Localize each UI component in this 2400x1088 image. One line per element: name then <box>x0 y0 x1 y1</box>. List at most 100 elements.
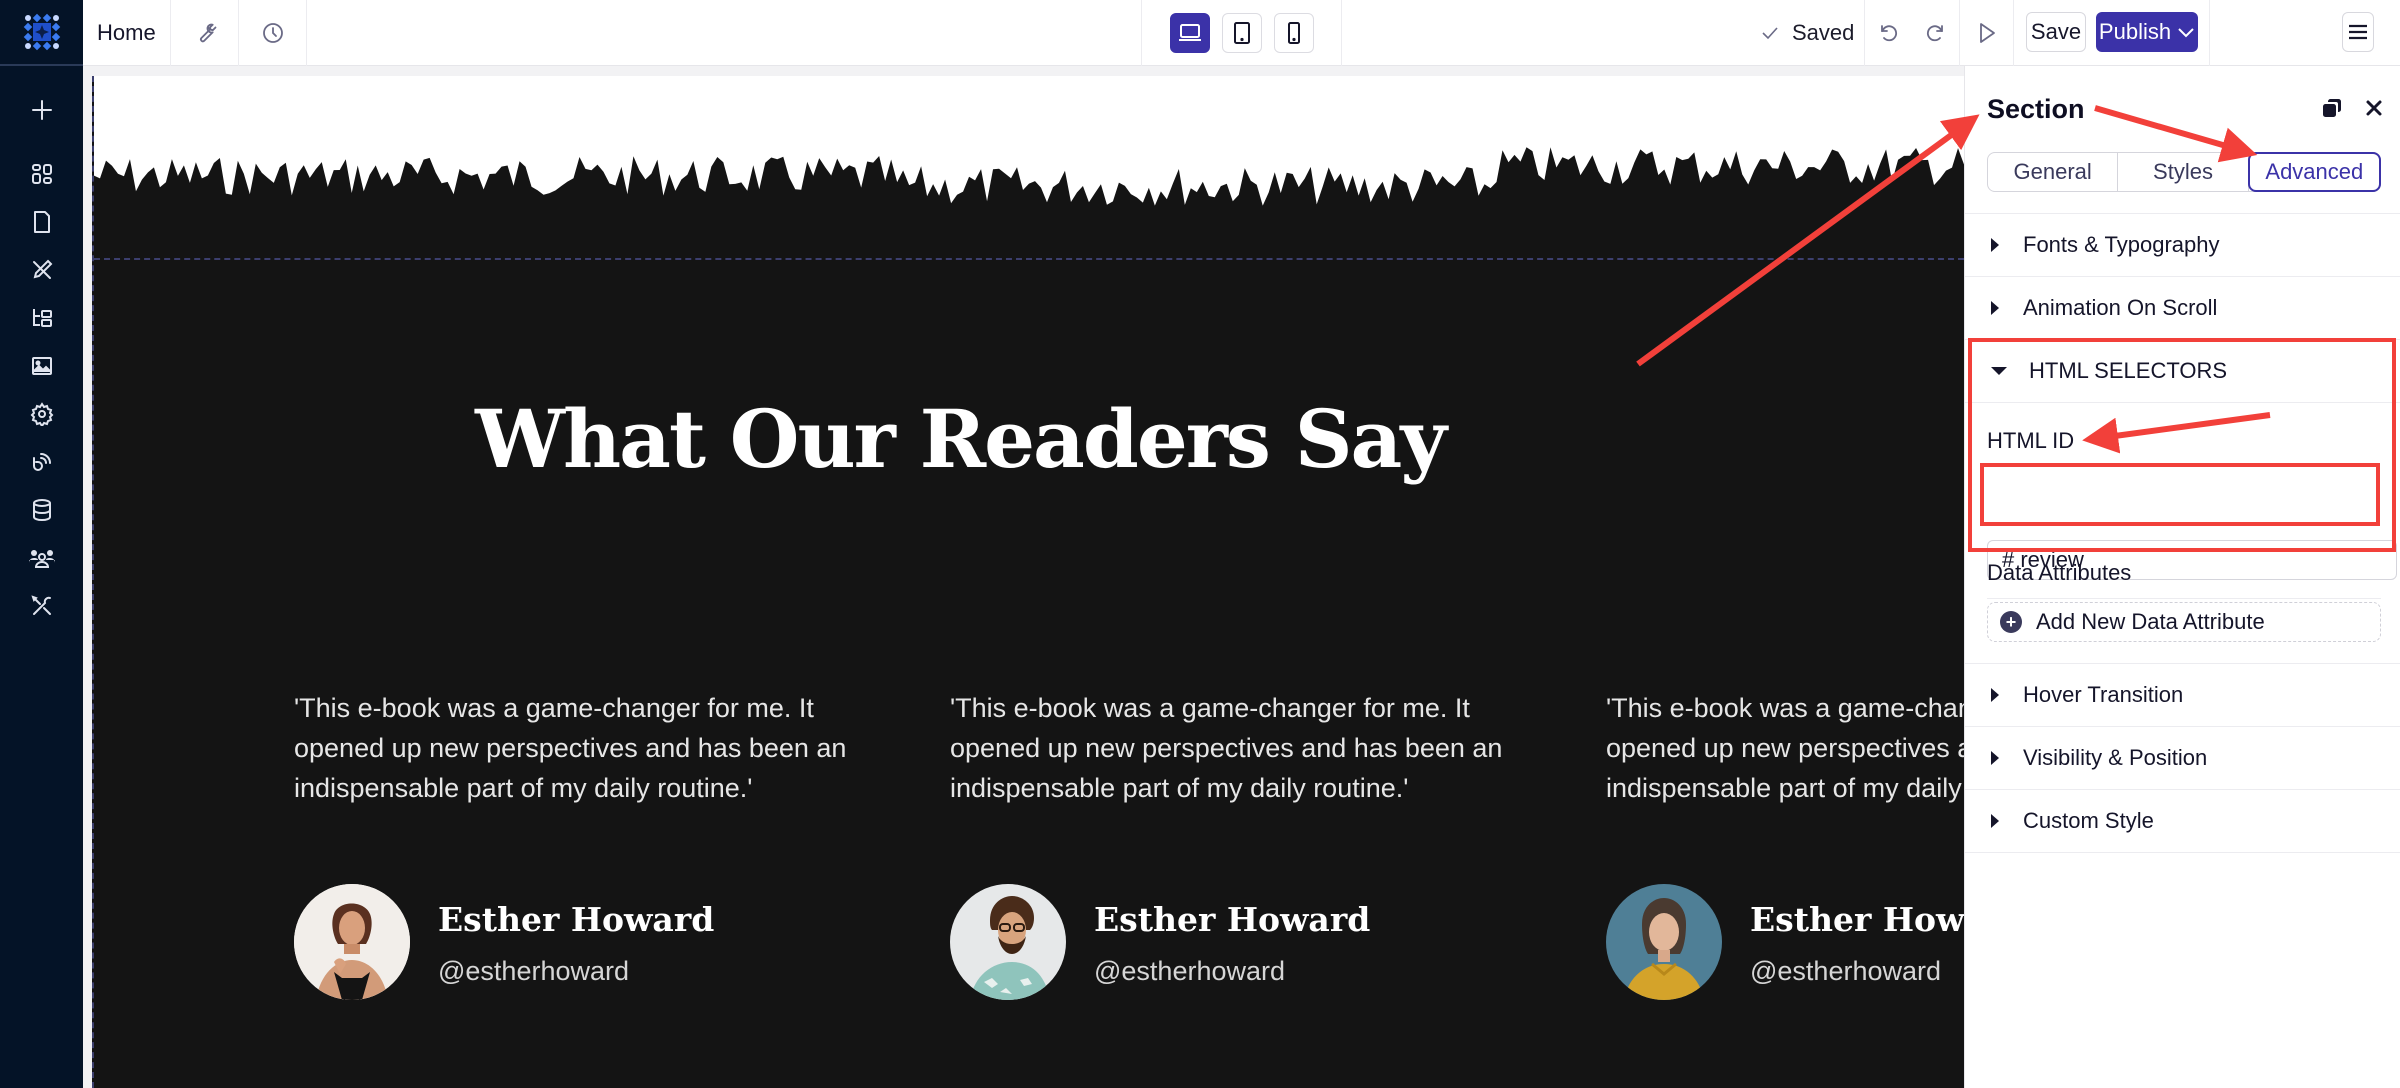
avatar-photo-woman-2 <box>1606 884 1722 1000</box>
panel-actions <box>2320 96 2384 120</box>
undo-icon[interactable] <box>1877 21 1901 45</box>
sidebar-item-structure[interactable] <box>0 294 83 342</box>
history-controls <box>1864 0 1960 66</box>
sitemap-icon <box>32 309 52 327</box>
avatar <box>1606 884 1722 1000</box>
mobile-mode-button[interactable] <box>1273 13 1314 53</box>
caret-right-icon <box>1991 751 1999 765</box>
sidebar-item-members[interactable] <box>0 534 83 582</box>
tablet-icon <box>1233 22 1250 44</box>
tab-general[interactable]: General <box>1988 153 2119 191</box>
logo-icon <box>23 13 60 51</box>
tools-icon <box>30 595 51 615</box>
accordion-label: Visibility & Position <box>2023 745 2208 770</box>
divider <box>1965 852 2400 853</box>
accordion-animation-on-scroll[interactable]: Animation On Scroll <box>1965 276 2400 339</box>
sidebar-item-blocks[interactable] <box>0 150 83 198</box>
author-name: Esther Howard <box>1750 899 1964 939</box>
section-heading: What Our Readers Say <box>475 392 1447 486</box>
sidebar-item-feed[interactable] <box>0 438 83 486</box>
sidebar-item-pages[interactable] <box>0 198 83 246</box>
testimonial-card[interactable]: 'This e-book was a game-changer for me. … <box>1606 688 1964 1000</box>
feed-icon <box>32 453 51 471</box>
caret-right-icon <box>1991 301 1999 315</box>
accordion-label: Hover Transition <box>2023 682 2184 707</box>
tab-styles[interactable]: Styles <box>2118 153 2249 191</box>
sidebar-item-tools[interactable] <box>0 582 83 630</box>
accordion-custom-style[interactable]: Custom Style <box>1965 789 2400 852</box>
saved-label: Saved <box>1792 20 1855 45</box>
testimonial-quote: 'This e-book was a game-changer for me. … <box>1606 693 1964 803</box>
left-sidebar <box>0 66 83 1088</box>
author-handle: @estherhoward <box>1094 955 1286 986</box>
accordion-visibility-position[interactable]: Visibility & Position <box>1965 726 2400 789</box>
plus-circle-icon: + <box>2000 611 2022 633</box>
panel-tabs: General Styles Advanced <box>1987 152 2381 192</box>
testimonial-card[interactable]: 'This e-book was a game-changer for me. … <box>294 688 894 1000</box>
caret-down-icon <box>1991 367 2007 375</box>
testimonial-card[interactable]: 'This e-book was a game-changer for me. … <box>950 688 1550 1000</box>
wrench-icon <box>199 23 216 43</box>
gear-icon <box>30 402 53 426</box>
author-name: Esther Howard <box>1094 899 1371 939</box>
tablet-mode-button[interactable] <box>1221 13 1262 53</box>
sidebar-item-settings[interactable] <box>0 390 83 438</box>
chevron-down-icon <box>2178 28 2194 38</box>
page-canvas[interactable]: What Our Readers Say 'This e-book was a … <box>92 76 1964 1088</box>
database-icon <box>32 499 51 522</box>
publish-label: Publish <box>2098 19 2172 44</box>
author-info: Esther Howard @estherhoward <box>1094 898 1370 987</box>
html-id-label: HTML ID <box>1987 428 2075 453</box>
add-data-attribute-button[interactable]: + Add New Data Attribute <box>1987 602 2381 642</box>
sidebar-item-design[interactable] <box>0 246 83 294</box>
testimonial-quote: 'This e-book was a game-changer for me. … <box>950 693 1503 803</box>
testimonial-author: Esther Howard @estherhoward <box>950 884 1370 1000</box>
sidebar-item-add[interactable] <box>0 86 83 134</box>
accordion-fonts-typography[interactable]: Fonts & Typography <box>1965 213 2400 276</box>
caret-right-icon <box>1991 814 1999 828</box>
desktop-mode-button[interactable] <box>1169 13 1210 53</box>
divider <box>1987 598 2381 599</box>
accordion-hover-transition[interactable]: Hover Transition <box>1965 663 2400 726</box>
save-button[interactable]: Save <box>2026 12 2086 52</box>
main-menu-button[interactable] <box>2342 12 2374 52</box>
laptop-icon <box>1178 24 1201 41</box>
users-icon <box>28 550 55 568</box>
testimonial-author: Esther Howard @estherhoward <box>1606 884 1964 1000</box>
redo-icon[interactable] <box>1923 21 1947 45</box>
clock-icon <box>262 23 283 43</box>
app-logo[interactable] <box>0 0 83 66</box>
page-selector-home[interactable]: Home <box>83 0 171 66</box>
grunge-divider-shape <box>94 76 1964 260</box>
settings-wrench-button[interactable] <box>171 0 239 66</box>
author-info: Esther Howard @estherhoward <box>1750 898 1964 987</box>
avatar-photo-man <box>950 884 1066 1000</box>
save-status: Saved <box>1740 0 1864 66</box>
accordion-label: Animation On Scroll <box>2023 295 2218 320</box>
image-icon <box>31 357 52 375</box>
accordion-label: Fonts & Typography <box>2023 232 2220 257</box>
preview-button[interactable] <box>1960 0 2014 66</box>
sidebar-item-data[interactable] <box>0 486 83 534</box>
design-icon <box>32 259 52 279</box>
tab-advanced[interactable]: Advanced <box>2247 152 2381 192</box>
section-settings-panel: Section General Styles Advanced Fonts & … <box>1964 66 2400 1088</box>
panel-title: Section <box>1987 94 2085 124</box>
divider <box>1965 402 2400 403</box>
accordion-html-selectors[interactable]: HTML SELECTORS <box>1965 339 2400 402</box>
avatar <box>294 884 410 1000</box>
author-handle: @estherhoward <box>1750 955 1942 986</box>
detach-panel-icon[interactable] <box>2320 96 2344 120</box>
close-icon[interactable] <box>2364 98 2384 118</box>
page-icon <box>33 211 50 233</box>
accordion-label: Custom Style <box>2023 808 2154 833</box>
publish-button[interactable]: Publish <box>2096 12 2198 52</box>
author-name: Esther Howard <box>438 899 715 939</box>
plus-icon <box>31 100 52 120</box>
caret-right-icon <box>1991 688 1999 702</box>
caret-right-icon <box>1991 238 1999 252</box>
sidebar-item-media[interactable] <box>0 342 83 390</box>
history-button[interactable] <box>239 0 307 66</box>
testimonial-author: Esther Howard @estherhoward <box>294 884 714 1000</box>
section-boundary-line <box>94 258 1964 260</box>
